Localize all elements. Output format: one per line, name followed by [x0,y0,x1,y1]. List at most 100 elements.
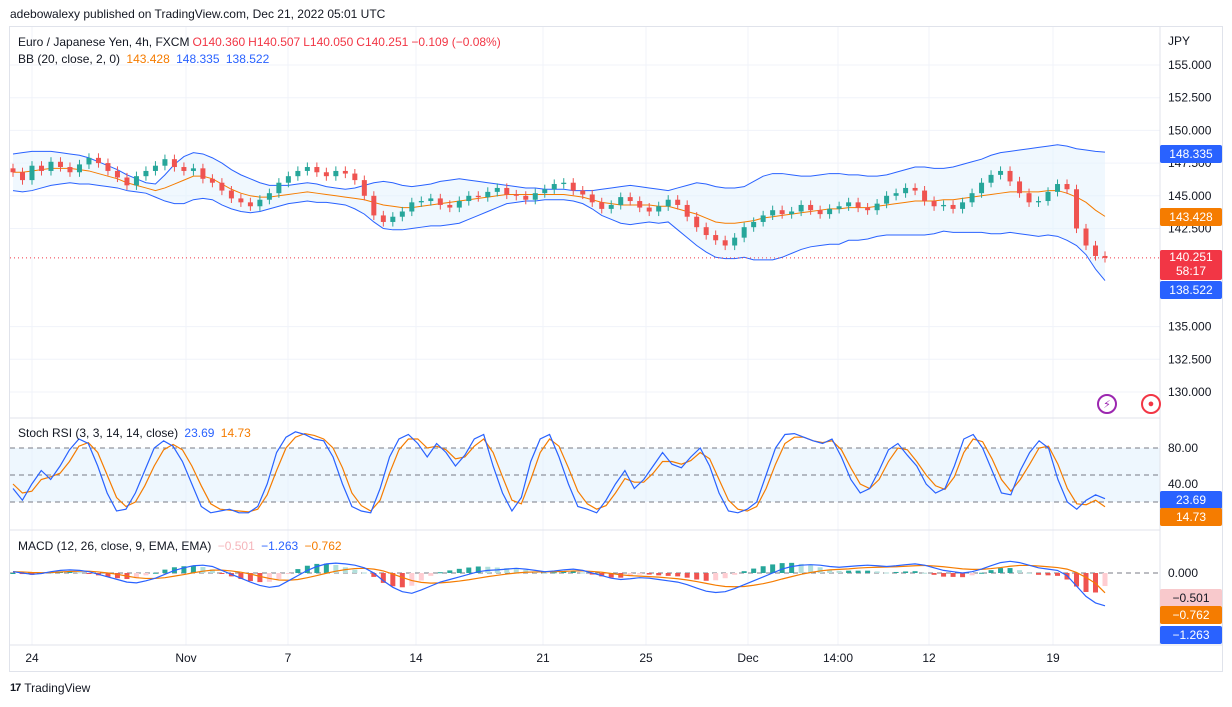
record-icon[interactable]: ● [1141,394,1161,414]
candle-body [789,211,795,215]
candle-body [808,204,814,211]
macd-line-tag: −1.263 [1160,626,1222,644]
macd-hist-bar [836,570,842,573]
macd-hist-bar [874,571,880,573]
candle-body [523,195,529,200]
candle-body [770,210,776,216]
open-value: O140.360 [192,35,246,49]
macd-hist-bar [200,567,206,573]
candle-body [1083,228,1089,246]
macd-hist-bar [855,570,861,573]
macd-hist-bar [10,573,16,574]
macd-hist-bar [314,563,320,573]
candle-body [760,215,766,222]
macd-hist-bar [323,563,329,573]
stoch-legend[interactable]: Stoch RSI (3, 3, 14, 14, close) 23.69 14… [18,426,254,440]
bb-legend[interactable]: BB (20, close, 2, 0) 143.428 148.335 138… [18,52,272,66]
candle-body [485,191,491,198]
candle-body [827,208,833,215]
candle-body [19,172,25,181]
bb-basis-value: 143.428 [126,52,170,66]
main-legend[interactable]: Euro / Japanese Yen, 4h, FXCM O140.360 H14… [18,35,504,49]
macd-legend[interactable]: MACD (12, 26, close, 9, EMA, EMA) −0.501… [18,539,345,553]
macd-hist-bar [580,572,586,574]
macd-hist-bar [276,573,282,579]
macd-hist-bar [428,573,434,576]
macd-hist-bar [941,573,947,577]
candle-body [475,195,481,198]
candle-body [1026,193,1032,203]
candle-body [846,202,852,207]
macd-hist-bar [931,573,937,575]
candle-body [209,178,215,183]
candle-body [333,170,339,177]
macd-hist-bar [760,566,766,573]
macd-signal-value: −0.762 [304,539,342,553]
stoch-d-value: 14.73 [220,426,251,440]
tradingview-logo[interactable]: 17 TradingView [10,681,90,695]
time-tick-label: 12 [922,651,936,665]
macd-hist-bar [266,573,272,582]
candle-body [257,199,263,207]
macd-hist-bar [865,570,871,573]
candle-body [67,167,73,173]
candle-body [418,201,424,203]
tradingview-brand: TradingView [24,681,91,695]
macd-hist-bar [979,572,985,574]
candle-body [247,202,253,207]
macd-hist-value: −0.501 [217,539,255,553]
time-tick-label: 24 [25,651,39,665]
price-tick-label: 130.000 [1168,385,1212,399]
lightning-icon[interactable]: ⚡ [1097,394,1117,414]
change-value: −0.109 (−0.08%) [411,35,501,49]
candle-body [162,159,168,166]
candle-body [703,227,709,236]
macd-tick-label: 0.000 [1168,566,1198,580]
macd-hist-bar [143,573,149,576]
price-tick-label: 145.000 [1168,189,1212,203]
macd-hist-bar [960,573,966,578]
candle-body [152,165,158,171]
candle-body [817,210,823,215]
candle-body [732,237,738,246]
candle-body [1036,201,1042,203]
macd-hist-bar [789,562,795,573]
candle-body [48,161,54,171]
candle-body [171,159,177,168]
macd-hist-bar [456,568,462,573]
macd-hist-bar [1102,573,1108,587]
candle-body [57,161,63,168]
macd-hist-bar [76,572,82,574]
macd-hist-bar [219,573,225,574]
macd-hist-bar [86,573,92,574]
stoch-rsi-pane [10,431,1160,514]
candle-body [931,201,937,207]
macd-value: −1.263 [261,539,299,553]
chart-canvas[interactable]: 155.000152.500150.000147.500145.000142.5… [0,0,1232,707]
stoch-label: Stoch RSI (3, 3, 14, 14, close) [18,426,179,440]
candle-body [447,204,453,208]
candle-body [399,211,405,217]
bb-upper-tag: 148.335 [1160,145,1222,163]
candle-body [276,182,282,194]
candle-body [323,172,329,177]
last-price-tag: 140.251 58:17 [1160,250,1222,280]
candle-body [637,201,643,208]
candle-body [456,201,462,208]
macd-hist-bar [466,567,472,573]
candle-body [874,203,880,211]
macd-hist-bar [399,573,405,588]
candle-body [542,189,548,194]
candle-body [884,195,890,204]
macd-hist-bar [893,571,899,573]
candle-body [285,176,291,183]
candle-body [751,221,757,228]
candle-body [295,170,301,177]
macd-hist-bar [162,569,168,573]
candle-body [979,182,985,194]
candle-body [1045,191,1051,202]
candle-body [361,180,367,196]
candle-body [266,193,272,200]
candle-body [1017,181,1023,194]
candle-body [95,157,101,164]
